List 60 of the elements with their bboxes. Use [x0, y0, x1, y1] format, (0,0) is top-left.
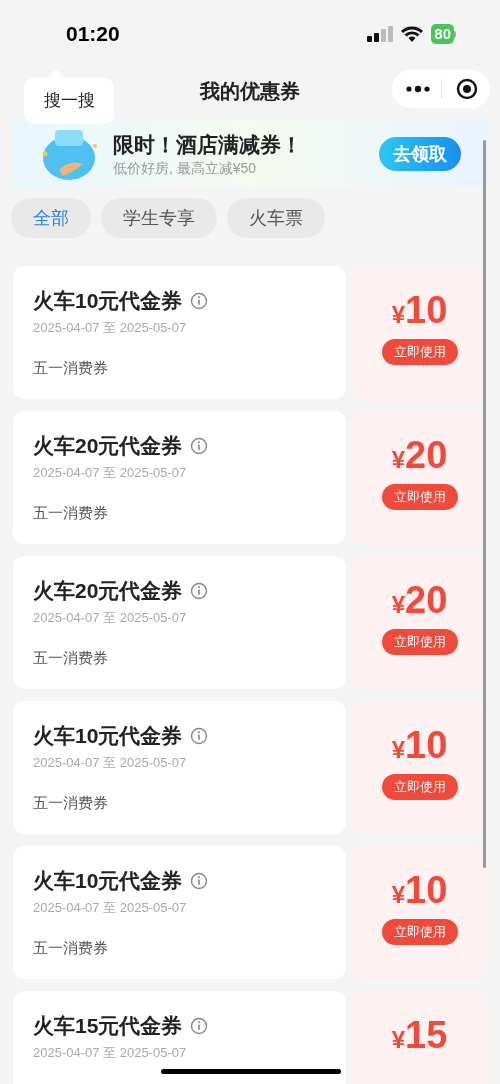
coupon-dates: 2025-04-07 至 2025-05-07 [33, 1044, 188, 1062]
capsule-menu[interactable] [392, 70, 490, 108]
coupon-tag: 五一消费券 [33, 936, 346, 959]
coupon-tag: 五一消费券 [33, 501, 346, 524]
coupon-tag: 五一消费券 [33, 791, 346, 814]
banner-title: 限时！酒店满减券！ [113, 132, 303, 158]
coupon-card[interactable]: 火车15元代金券 2025-04-07 至 2025-05-07 [13, 991, 346, 1084]
signal-icon [367, 26, 394, 42]
coupon-tag: 五一消费券 [33, 646, 346, 669]
coupon-tag: 五一消费券 [33, 356, 346, 379]
info-icon[interactable] [190, 582, 209, 600]
coupon-amount: 10 [405, 723, 448, 767]
currency-symbol: ¥ [391, 881, 406, 910]
currency-symbol: ¥ [391, 591, 406, 620]
info-icon[interactable] [190, 1017, 209, 1035]
coupon-amount: 10 [405, 288, 448, 332]
promo-banner[interactable]: 限时！酒店满减券！ 低价好房, 最高立减¥50 去领取 [11, 120, 489, 188]
close-icon[interactable] [456, 78, 478, 100]
coupon-dates: 2025-04-07 至 2025-05-07 [33, 754, 188, 772]
info-icon[interactable] [190, 872, 209, 890]
banner-subtitle: 低价好房, 最高立减¥50 [113, 159, 258, 177]
coupon-dates: 2025-04-07 至 2025-05-07 [33, 464, 188, 482]
currency-symbol: ¥ [391, 446, 406, 475]
coupon-amount: 10 [405, 868, 448, 912]
currency-symbol: ¥ [391, 301, 406, 330]
page-title: 我的优惠券 [200, 79, 300, 104]
coupon-title: 火车10元代金券 [33, 868, 183, 894]
coupon-title: 火车15元代金券 [33, 1013, 183, 1039]
coupon-card[interactable]: 火车20元代金券 2025-04-07 至 2025-05-07 五一消费券 [13, 556, 346, 689]
coupon-title: 火车10元代金券 [33, 723, 183, 749]
use-button[interactable]: 立即使用 [381, 774, 458, 800]
coupon-title: 火车20元代金券 [33, 578, 183, 604]
info-icon[interactable] [190, 292, 209, 310]
use-button[interactable]: 立即使用 [381, 629, 458, 655]
coupon-dates: 2025-04-07 至 2025-05-07 [33, 319, 188, 337]
wifi-icon [401, 26, 424, 42]
status-time: 01:20 [66, 21, 120, 48]
use-button[interactable]: 立即使用 [381, 919, 458, 945]
currency-symbol: ¥ [391, 1026, 406, 1055]
coupon-amount: 20 [405, 433, 448, 477]
filter-tab[interactable]: 全部 [11, 198, 91, 238]
coupon-title: 火车20元代金券 [33, 433, 183, 459]
coupon-card[interactable]: 火车10元代金券 2025-04-07 至 2025-05-07 五一消费券 [13, 846, 346, 979]
currency-symbol: ¥ [391, 736, 406, 765]
coupon-dates: 2025-04-07 至 2025-05-07 [33, 899, 188, 917]
use-button[interactable]: 立即使用 [381, 339, 458, 365]
info-icon[interactable] [190, 437, 209, 455]
coupon-card[interactable]: 火车20元代金券 2025-04-07 至 2025-05-07 五一消费券 [13, 411, 346, 544]
filter-tab[interactable]: 火车票 [227, 198, 325, 238]
coupon-amount: 15 [405, 1013, 448, 1057]
more-icon[interactable] [406, 85, 430, 93]
coupon-amount: 20 [405, 578, 448, 622]
info-icon[interactable] [190, 727, 209, 745]
coupon-title: 火车10元代金券 [33, 288, 183, 314]
coupon-dates: 2025-04-07 至 2025-05-07 [33, 609, 188, 627]
battery-icon: 80 [431, 24, 456, 44]
filter-tab[interactable]: 学生专享 [101, 198, 217, 238]
coupon-card[interactable]: 火车10元代金券 2025-04-07 至 2025-05-07 五一消费券 [13, 701, 346, 834]
coupon-card[interactable]: 火车10元代金券 2025-04-07 至 2025-05-07 五一消费券 [13, 266, 346, 399]
use-button[interactable]: 立即使用 [381, 484, 458, 510]
